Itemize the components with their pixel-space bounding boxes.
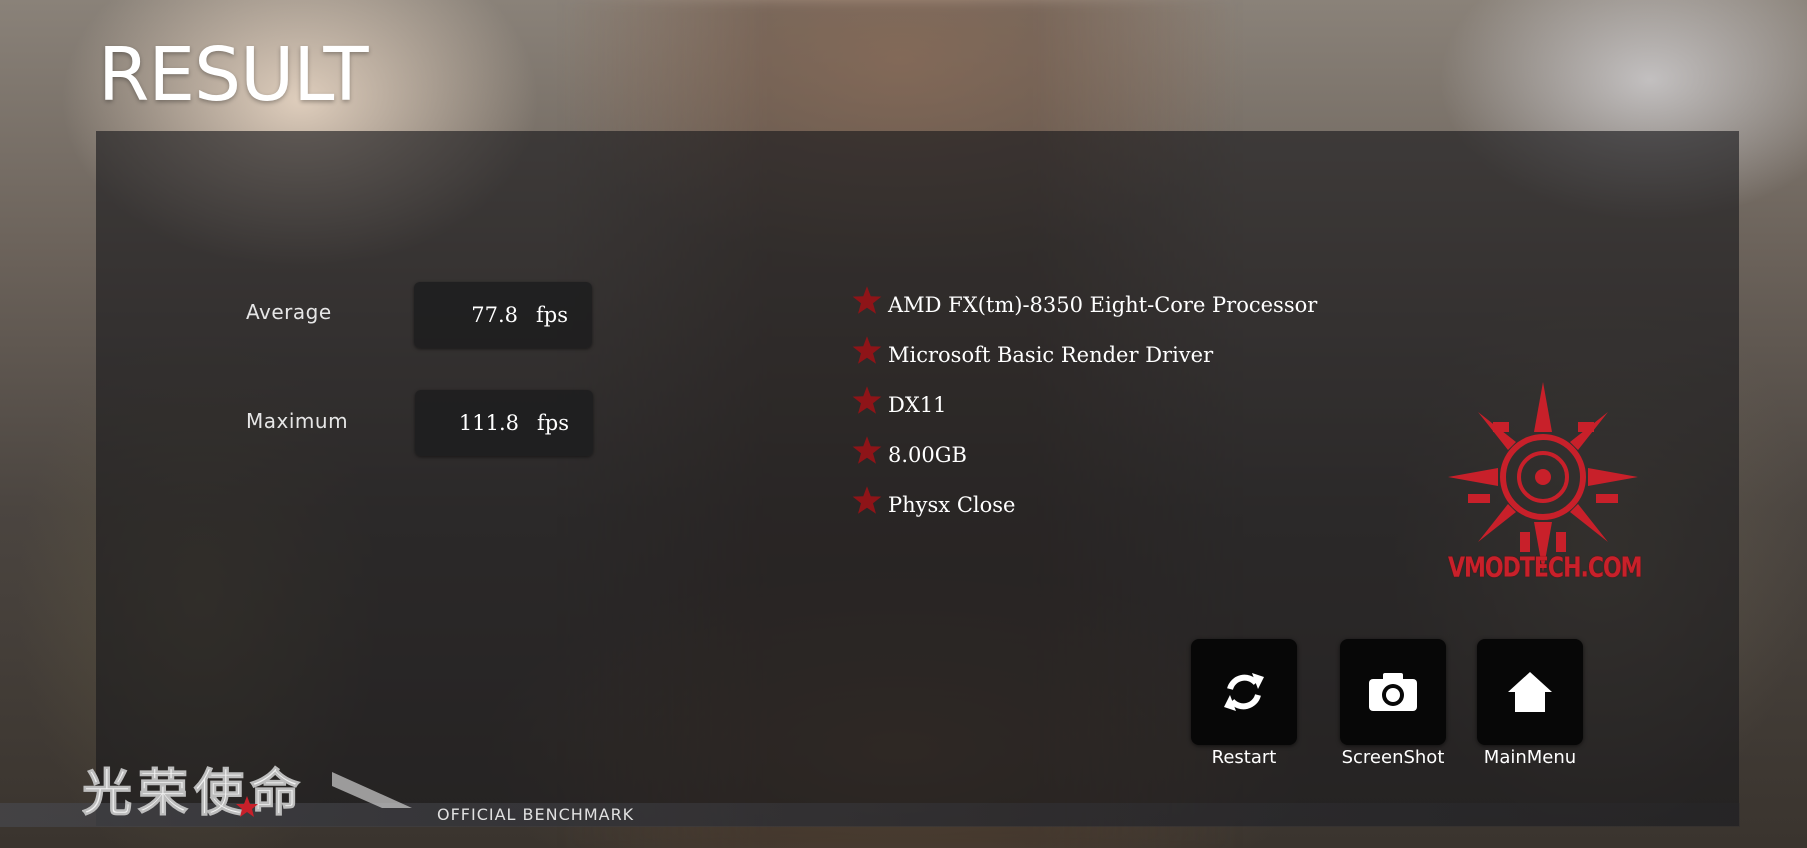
star-icon [852, 286, 882, 314]
refresh-icon [1224, 673, 1264, 711]
screenshot-button[interactable] [1340, 639, 1446, 745]
star-icon [852, 336, 882, 364]
spec-directx-text: DX11 [888, 393, 947, 417]
spec-item-physx: Physx Close [852, 480, 1317, 530]
spec-item-cpu: AMD FX(tm)-8350 Eight-Core Processor [852, 280, 1317, 330]
star-icon [852, 486, 882, 514]
system-spec-list: AMD FX(tm)-8350 Eight-Core Processor Mic… [852, 280, 1317, 530]
screenshot-action[interactable]: ScreenShot [1339, 639, 1447, 768]
logo-swoosh [332, 772, 412, 808]
restart-action[interactable]: Restart [1190, 639, 1298, 768]
maximum-value-box: 111.8 fps [415, 390, 593, 456]
maximum-unit: fps [537, 411, 569, 435]
vmodtech-logo-text: VMODTECH.COM [1448, 552, 1643, 585]
spec-item-directx: DX11 [852, 380, 1317, 430]
camera-icon [1369, 673, 1417, 711]
restart-button[interactable] [1191, 639, 1297, 745]
mainmenu-label: MainMenu [1483, 747, 1577, 768]
star-icon [852, 436, 882, 464]
maximum-value: 111.8 [458, 411, 519, 435]
mainmenu-action[interactable]: MainMenu [1476, 639, 1584, 768]
game-logo-text: 光荣使命 [82, 764, 306, 822]
page-title: RESULT [98, 32, 369, 118]
official-benchmark-label: OFFICIAL BENCHMARK [437, 805, 635, 824]
home-icon [1508, 672, 1552, 712]
spec-cpu-text: AMD FX(tm)-8350 Eight-Core Processor [888, 293, 1318, 317]
average-value-box: 77.8 fps [414, 282, 592, 348]
spec-gpu-text: Microsoft Basic Render Driver [888, 343, 1214, 367]
average-unit: fps [536, 303, 568, 327]
maximum-label: Maximum [246, 409, 349, 433]
game-logo: 光荣使命 [82, 764, 412, 823]
restart-label: Restart [1211, 747, 1277, 768]
mainmenu-button[interactable] [1477, 639, 1583, 745]
average-value: 77.8 [471, 303, 518, 327]
star-icon [852, 386, 882, 414]
average-label: Average [246, 300, 332, 324]
spec-physx-text: Physx Close [888, 493, 1016, 517]
spec-item-memory: 8.00GB [852, 430, 1317, 480]
spec-memory-text: 8.00GB [888, 443, 967, 467]
screenshot-label: ScreenShot [1341, 747, 1445, 768]
spec-item-gpu: Microsoft Basic Render Driver [852, 330, 1317, 380]
